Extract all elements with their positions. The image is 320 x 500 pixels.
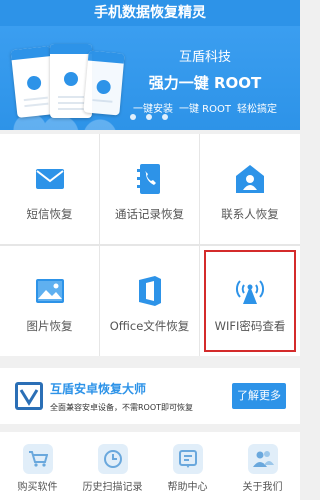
photo-icon (33, 274, 67, 308)
tile-label: 通话记录恢复 (115, 207, 184, 221)
banner-headline: 强力一键 ROOT (148, 74, 262, 92)
banner-company: 互盾科技 (178, 50, 231, 65)
phone-illustration (83, 50, 125, 116)
banner-feature: 一键安装 (133, 104, 173, 115)
tab-about-us[interactable]: 关于我们 (225, 432, 300, 500)
cart-icon (22, 444, 53, 474)
tab-label: 购买软件 (17, 482, 58, 493)
tile-sms-recovery[interactable]: 短信恢复 (0, 134, 99, 244)
tile-label: Office文件恢复 (109, 319, 190, 333)
promo-description: 全面兼容安卓设备，不需ROOT即可恢复 (50, 402, 194, 412)
people-icon (247, 444, 278, 474)
sms-icon (33, 162, 67, 196)
promo-card[interactable]: 互盾安卓恢复大师 全面兼容安卓设备，不需ROOT即可恢复 了解更多 (0, 368, 300, 424)
tile-office-recovery[interactable]: Office文件恢复 (100, 246, 199, 356)
tab-label: 关于我们 (242, 482, 283, 493)
tile-label: 短信恢复 (26, 207, 73, 221)
tab-scan-history[interactable]: 历史扫描记录 (75, 432, 150, 500)
banner-page-indicator (130, 114, 168, 120)
tab-label: 帮助中心 (167, 482, 208, 493)
help-icon (172, 444, 203, 474)
wifi-icon (233, 274, 267, 308)
tile-call-log-recovery[interactable]: 通话记录恢复 (100, 134, 199, 244)
call-log-icon (133, 162, 167, 196)
banner-features: 一键安装 一键 ROOT 轻松搞定 (120, 100, 290, 115)
page-dot[interactable] (162, 114, 168, 120)
learn-more-button[interactable]: 了解更多 (232, 383, 286, 409)
tile-wifi-password[interactable]: WIFI密码查看 (200, 246, 300, 356)
promo-title: 互盾安卓恢复大师 (50, 381, 147, 396)
office-icon (133, 274, 167, 308)
page-dot[interactable] (130, 114, 136, 120)
tile-label: 图片恢复 (26, 319, 73, 333)
shield-app-icon (14, 381, 44, 411)
bottom-tabbar: 购买软件 历史扫描记录 帮助中心 关于我们 (0, 432, 300, 500)
tab-help-center[interactable]: 帮助中心 (150, 432, 225, 500)
tile-contact-recovery[interactable]: 联系人恢复 (200, 134, 300, 244)
app-title: 手机数据恢复精灵 (0, 0, 300, 26)
tile-photo-recovery[interactable]: 图片恢复 (0, 246, 99, 356)
page-dot[interactable] (146, 114, 152, 120)
tile-label: WIFI密码查看 (214, 319, 286, 333)
feature-grid: 短信恢复 通话记录恢复 联系人恢复 图片恢复 Office文件恢复 WIFI密码… (0, 134, 300, 356)
clock-icon (97, 444, 128, 474)
banner-feature: 轻松搞定 (236, 104, 277, 115)
tab-buy-software[interactable]: 购买软件 (0, 432, 75, 500)
banner-feature: 一键 ROOT (179, 104, 231, 115)
tile-label: 联系人恢复 (221, 207, 279, 221)
promo-banner[interactable]: 互盾科技 强力一键 ROOT 一键安装 一键 ROOT 轻松搞定 (0, 26, 300, 130)
contact-icon (233, 162, 267, 196)
tab-label: 历史扫描记录 (82, 482, 143, 493)
